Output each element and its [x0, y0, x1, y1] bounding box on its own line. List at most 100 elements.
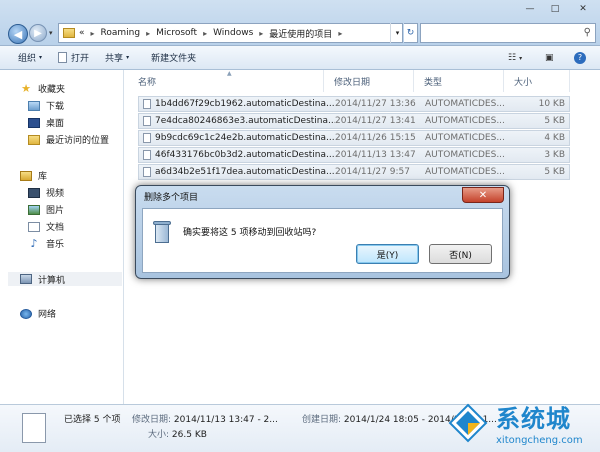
arrow-left-icon: ◀ [13, 27, 23, 41]
star-icon: ★ [21, 81, 31, 95]
size-label: 大小: [148, 430, 170, 440]
recent-pages-dropdown[interactable]: ▾ [49, 29, 53, 37]
breadcrumb-microsoft[interactable]: Microsoft [156, 28, 197, 38]
back-button[interactable]: ◀ [8, 24, 28, 44]
file-name: 9b9cdc69c1c24e2b.automaticDestina... [155, 133, 335, 143]
open-button[interactable]: 打开 [50, 46, 97, 70]
breadcrumb-separator[interactable]: ▸ [146, 29, 150, 38]
maximize-button[interactable]: □ [544, 0, 566, 17]
nav-label: 下载 [46, 102, 65, 112]
nav-label: 网络 [38, 310, 57, 320]
new-folder-button[interactable]: 新建文件夹 [137, 46, 204, 70]
file-icon [143, 167, 151, 177]
file-date: 2014/11/27 9:57 [335, 167, 410, 177]
yes-button[interactable]: 是(Y) [356, 244, 419, 264]
nav-libraries[interactable]: 库 [20, 169, 47, 182]
breadcrumb-separator[interactable]: ▸ [259, 29, 263, 38]
nav-label: 库 [38, 172, 48, 182]
file-row[interactable]: a6d34b2e51f17dea.automaticDestina... 201… [138, 164, 570, 180]
no-button[interactable]: 否(N) [429, 244, 492, 264]
nav-downloads[interactable]: 下载 [28, 99, 64, 112]
breadcrumb-separator[interactable]: ▸ [338, 29, 342, 38]
column-header-size[interactable]: 大小 [504, 70, 570, 92]
breadcrumb-roaming[interactable]: Roaming [101, 28, 141, 38]
dialog-close-button[interactable]: ✕ [462, 187, 504, 203]
library-icon [20, 170, 32, 181]
modified-date-row: 修改日期: 2014/11/13 13:47 - 2... [132, 412, 278, 425]
nav-desktop[interactable]: 桌面 [28, 116, 64, 129]
file-size: 4 KB [544, 133, 565, 143]
network-icon [20, 308, 32, 319]
file-row[interactable]: 7e4dca80246863e3.automaticDestina... 201… [138, 113, 570, 129]
nav-music[interactable]: ♪ 音乐 [28, 236, 65, 251]
search-icon: ⚲ [583, 27, 591, 38]
forward-button[interactable]: ▶ [29, 24, 47, 42]
minimize-button[interactable]: — [518, 0, 542, 17]
address-dropdown[interactable]: ▾ [390, 23, 404, 43]
nav-videos[interactable]: 视频 [28, 186, 64, 199]
share-button[interactable]: 共享 ▾ [97, 46, 137, 70]
file-size: 10 KB [538, 99, 565, 109]
nav-label: 图片 [46, 206, 65, 216]
document-icon [28, 221, 40, 232]
nav-computer[interactable]: 计算机 [8, 272, 122, 286]
breadcrumb-separator[interactable]: ▸ [203, 29, 207, 38]
search-input[interactable]: ⚲ [420, 23, 596, 43]
nav-label: 收藏夹 [38, 85, 66, 95]
nav-label: 桌面 [46, 119, 65, 129]
picture-icon [28, 204, 40, 215]
chevron-down-icon: ▾ [39, 54, 43, 61]
computer-icon [20, 274, 32, 284]
new-folder-label: 新建文件夹 [151, 54, 197, 64]
file-date: 2014/11/27 13:36 [335, 99, 416, 109]
column-header-name[interactable]: 名称 [124, 70, 324, 92]
column-header-type[interactable]: 类型 [414, 70, 504, 92]
folder-icon [63, 28, 75, 38]
file-type: AUTOMATICDES... [425, 99, 505, 109]
close-window-button[interactable]: ✕ [568, 0, 598, 17]
breadcrumb-recent-items[interactable]: 最近使用的项目 [269, 27, 332, 40]
file-size: 5 KB [544, 167, 565, 177]
breadcrumb-windows[interactable]: Windows [213, 28, 253, 38]
view-options-button[interactable]: ☷ ▾ [508, 51, 522, 65]
nav-network[interactable]: 网络 [20, 307, 56, 320]
command-bar: 组织 ▾ 打开 共享 ▾ 新建文件夹 ☷ ▾ ▣ ? [0, 46, 600, 70]
desktop-icon [28, 117, 40, 128]
navigation-pane: ★ 收藏夹 下载 桌面 最近访问的位置 库 视频 图片 文档 ♪ 音乐 计算机 … [0, 70, 124, 404]
file-date: 2014/11/26 15:15 [335, 133, 416, 143]
nav-label: 音乐 [46, 240, 65, 250]
address-bar[interactable]: « ▸ Roaming ▸ Microsoft ▸ Windows ▸ 最近使用… [58, 23, 403, 43]
nav-recent-places[interactable]: 最近访问的位置 [28, 133, 109, 146]
file-size: 5 KB [544, 116, 565, 126]
site-watermark: 系统城 xitongcheng.com [446, 395, 596, 451]
dialog-title: 删除多个项目 [144, 193, 199, 203]
help-icon: ? [574, 52, 586, 64]
preview-pane-button[interactable]: ▣ [545, 51, 554, 65]
file-row[interactable]: 9b9cdc69c1c24e2b.automaticDestina... 201… [138, 130, 570, 146]
modified-date-value: 2014/11/13 13:47 - 2... [173, 415, 278, 425]
organize-button[interactable]: 组织 ▾ [0, 46, 50, 70]
nav-documents[interactable]: 文档 [28, 220, 64, 233]
help-button[interactable]: ? [574, 51, 586, 65]
chevron-down-icon: ▾ [519, 54, 523, 62]
file-row[interactable]: 46f433176bc0b3d2.automaticDestina... 201… [138, 147, 570, 163]
file-type: AUTOMATICDES... [425, 133, 505, 143]
column-header-date[interactable]: 修改日期 [324, 70, 414, 92]
nav-label: 最近访问的位置 [46, 136, 110, 146]
nav-favorites[interactable]: ★ 收藏夹 [20, 81, 66, 96]
music-note-icon: ♪ [30, 236, 38, 250]
dialog-message: 确实要将这 5 项移动到回收站吗? [183, 228, 317, 238]
refresh-button[interactable]: ↻ [404, 23, 418, 43]
nav-label: 计算机 [38, 275, 66, 286]
watermark-logo-icon [448, 403, 488, 443]
breadcrumb-separator[interactable]: ▸ [91, 29, 95, 38]
file-icon [143, 133, 151, 143]
organize-label: 组织 [18, 54, 37, 64]
file-row[interactable]: 1b4dd67f29cb1962.automaticDestina... 201… [138, 96, 570, 112]
file-date: 2014/11/13 13:47 [335, 150, 416, 160]
nav-pictures[interactable]: 图片 [28, 203, 64, 216]
file-name: 1b4dd67f29cb1962.automaticDestina... [155, 99, 335, 109]
nav-label: 文档 [46, 223, 65, 233]
file-icon [143, 150, 151, 160]
breadcrumb-overflow[interactable]: « [79, 28, 85, 38]
